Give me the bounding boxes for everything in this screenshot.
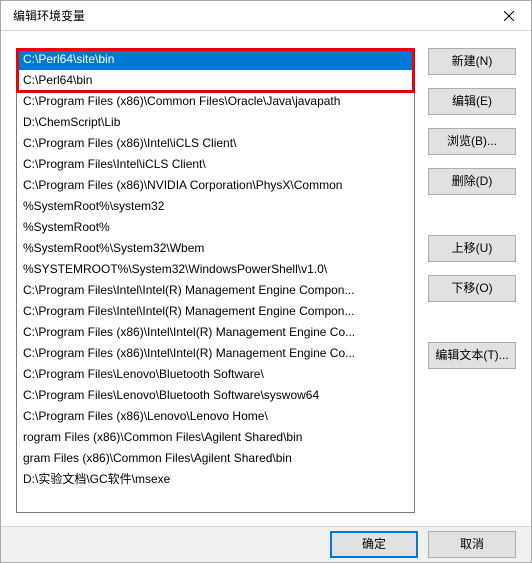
- browse-button[interactable]: 浏览(B)...: [428, 128, 516, 155]
- list-item[interactable]: %SystemRoot%\system32: [17, 196, 414, 217]
- list-item[interactable]: C:\Perl64\bin: [17, 70, 414, 91]
- list-item[interactable]: %SystemRoot%: [17, 217, 414, 238]
- list-item[interactable]: C:\Program Files\Intel\Intel(R) Manageme…: [17, 301, 414, 322]
- list-item[interactable]: C:\Program Files (x86)\Common Files\Orac…: [17, 91, 414, 112]
- list-item[interactable]: %SYSTEMROOT%\System32\WindowsPowerShell\…: [17, 259, 414, 280]
- path-listbox[interactable]: C:\Perl64\site\binC:\Perl64\binC:\Progra…: [16, 48, 415, 513]
- new-button[interactable]: 新建(N): [428, 48, 516, 75]
- list-item[interactable]: C:\Program Files\Intel\Intel(R) Manageme…: [17, 280, 414, 301]
- list-item[interactable]: C:\Program Files (x86)\NVIDIA Corporatio…: [17, 175, 414, 196]
- list-item[interactable]: C:\Program Files\Lenovo\Bluetooth Softwa…: [17, 364, 414, 385]
- dialog-footer: 确定 取消: [1, 526, 531, 562]
- titlebar: 编辑环境变量: [1, 1, 531, 31]
- delete-button[interactable]: 删除(D): [428, 168, 516, 195]
- content-area: C:\Perl64\site\binC:\Perl64\binC:\Progra…: [1, 31, 531, 526]
- cancel-button[interactable]: 取消: [428, 531, 516, 558]
- move-down-button[interactable]: 下移(O): [428, 275, 516, 302]
- list-item[interactable]: C:\Program Files (x86)\Lenovo\Lenovo Hom…: [17, 406, 414, 427]
- list-item[interactable]: C:\Program Files (x86)\Intel\Intel(R) Ma…: [17, 322, 414, 343]
- list-item[interactable]: D:\ChemScript\Lib: [17, 112, 414, 133]
- edit-text-button[interactable]: 编辑文本(T)...: [428, 342, 516, 369]
- close-button[interactable]: [486, 1, 531, 30]
- list-item[interactable]: C:\Program Files\Intel\iCLS Client\: [17, 154, 414, 175]
- move-up-button[interactable]: 上移(U): [428, 235, 516, 262]
- list-item[interactable]: gram Files (x86)\Common Files\Agilent Sh…: [17, 448, 414, 469]
- list-item[interactable]: C:\Program Files\Lenovo\Bluetooth Softwa…: [17, 385, 414, 406]
- window-title: 编辑环境变量: [13, 7, 85, 24]
- ok-button[interactable]: 确定: [330, 531, 418, 558]
- list-item[interactable]: rogram Files (x86)\Common Files\Agilent …: [17, 427, 414, 448]
- list-item[interactable]: C:\Program Files (x86)\Intel\Intel(R) Ma…: [17, 343, 414, 364]
- side-buttons: 新建(N) 编辑(E) 浏览(B)... 删除(D) 上移(U) 下移(O) 编…: [428, 48, 516, 369]
- list-item[interactable]: C:\Perl64\site\bin: [17, 49, 414, 70]
- list-item[interactable]: %SystemRoot%\System32\Wbem: [17, 238, 414, 259]
- edit-button[interactable]: 编辑(E): [428, 88, 516, 115]
- close-icon: [504, 11, 514, 21]
- list-item[interactable]: C:\Program Files (x86)\Intel\iCLS Client…: [17, 133, 414, 154]
- list-item[interactable]: D:\实验文档\GC软件\msexe: [17, 469, 414, 490]
